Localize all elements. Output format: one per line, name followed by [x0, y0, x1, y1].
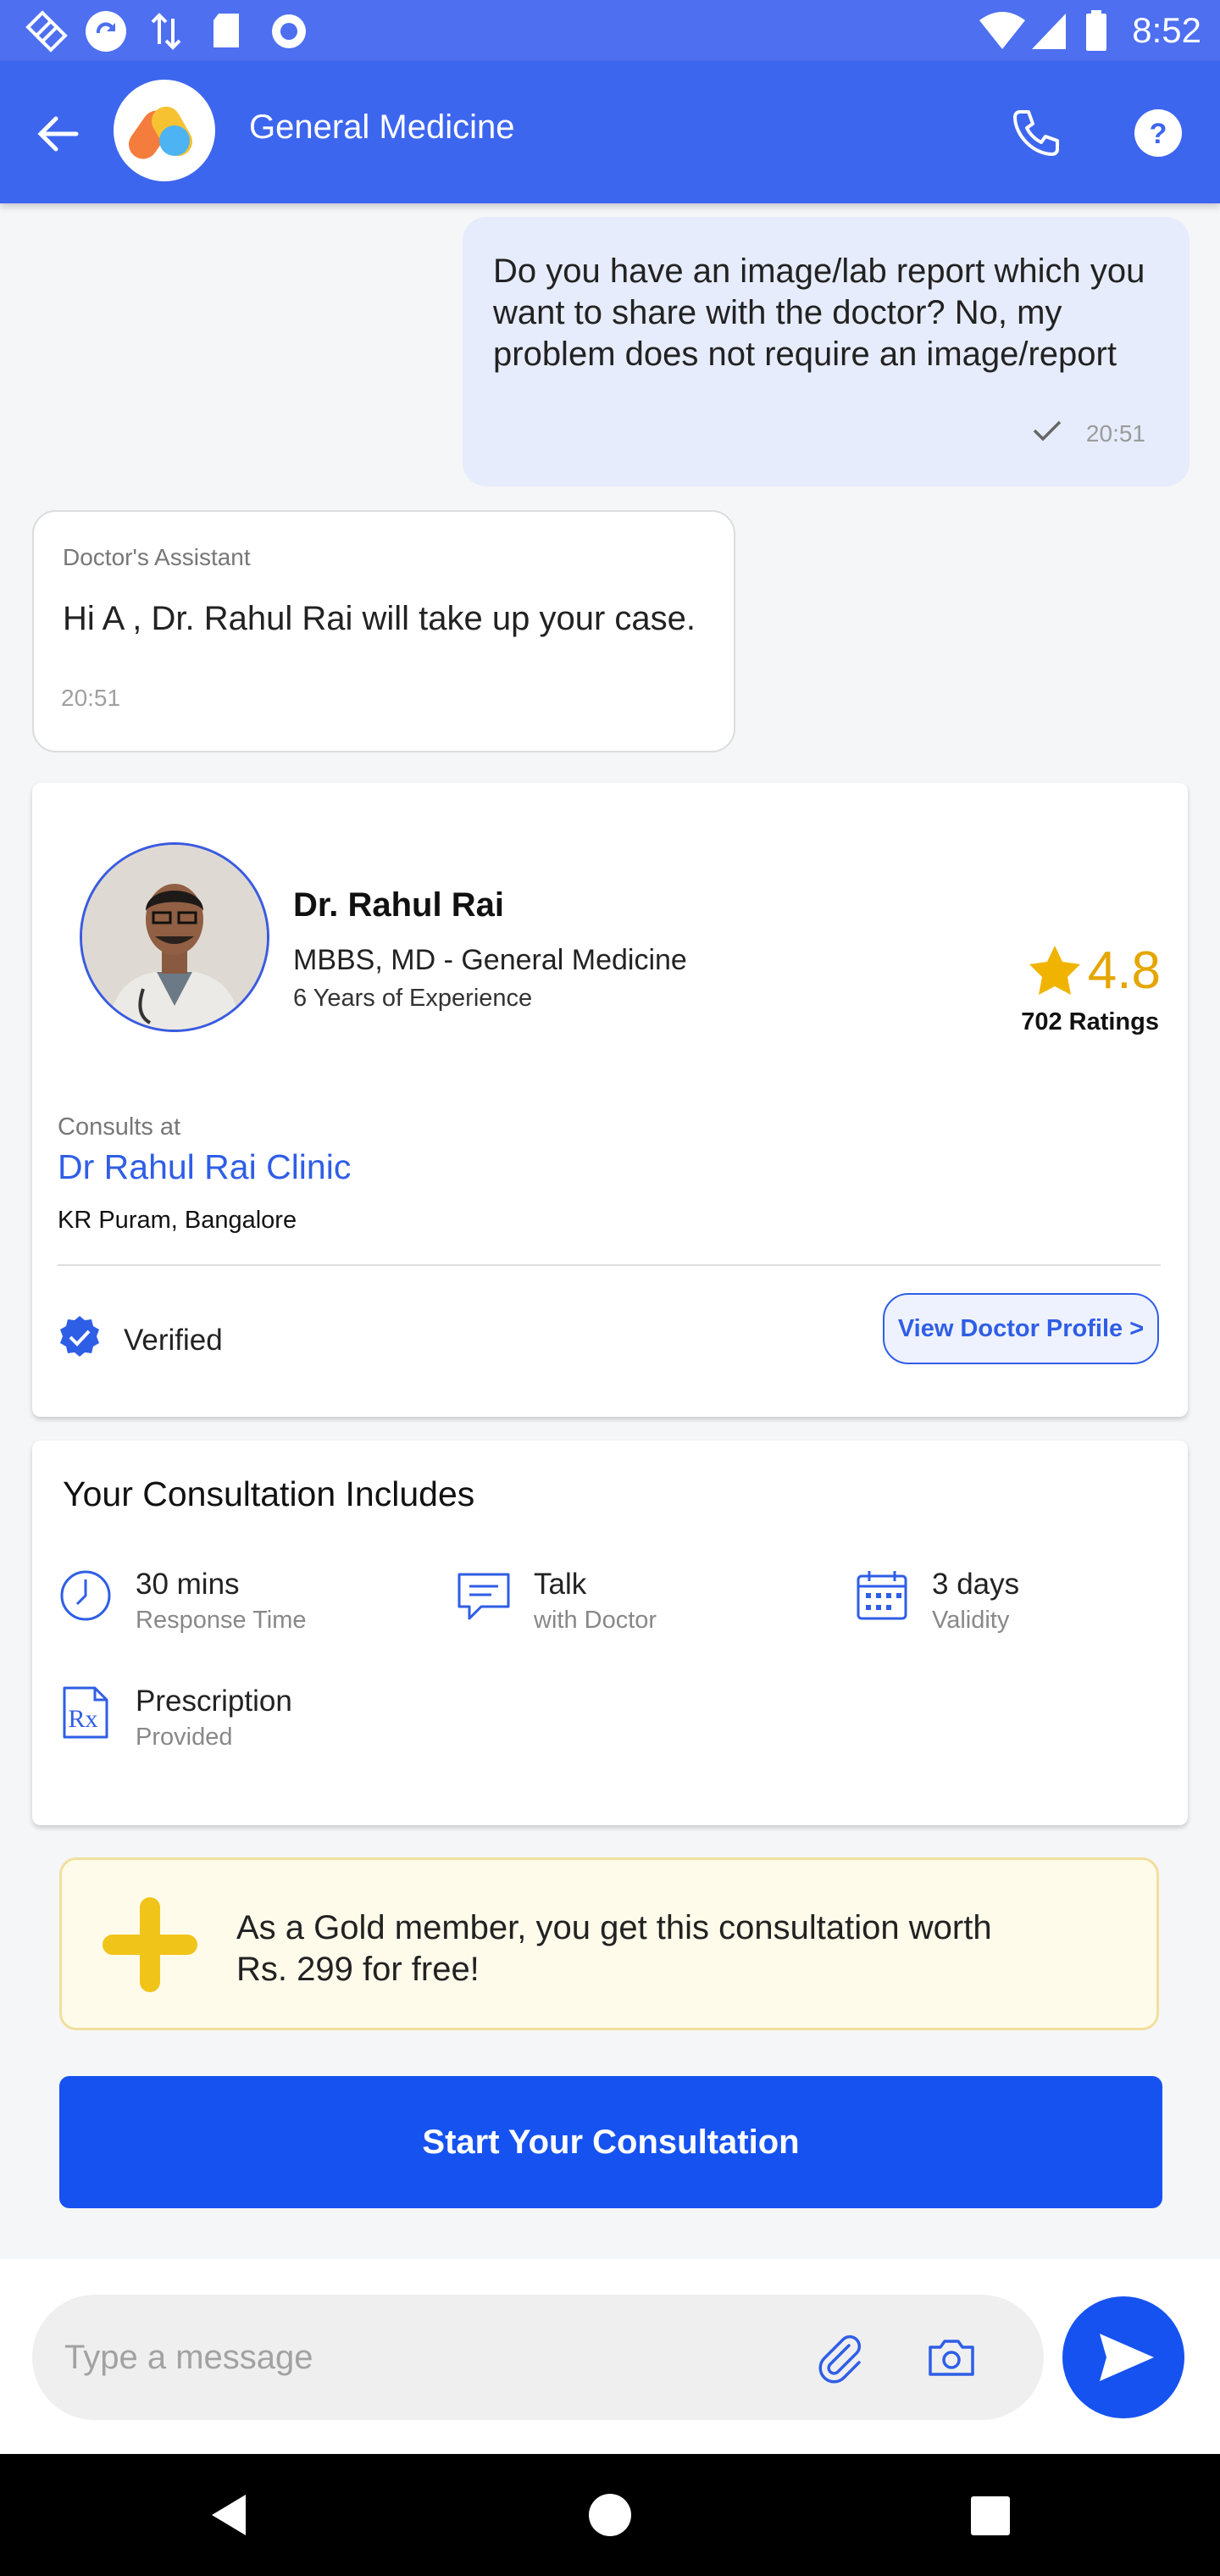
- feature-main: 30 mins: [136, 1568, 240, 1601]
- doctor-degree: MBBS, MD - General Medicine: [293, 944, 687, 976]
- phone-icon[interactable]: [1010, 107, 1062, 159]
- status-time: 8:52: [1132, 10, 1201, 50]
- doctor-rating: 4.8: [1087, 941, 1161, 1000]
- chat-icon: [458, 1573, 510, 1620]
- user-message-text: Do you have an image/lab report which yo…: [493, 253, 1145, 373]
- send-icon: [1100, 2334, 1154, 2381]
- app-bar: General Medicine ?: [0, 61, 1220, 203]
- signal-icon: [1032, 14, 1066, 49]
- record-icon: [272, 14, 306, 48]
- consultation-title: Your Consultation Includes: [63, 1474, 475, 1513]
- svg-text:Rx: Rx: [68, 1705, 97, 1733]
- svg-text:?: ?: [1150, 118, 1167, 150]
- camera-icon[interactable]: [925, 2332, 978, 2384]
- consultation-includes-card: Your Consultation Includes 30 mins Respo…: [32, 1441, 1188, 1825]
- user-message-time: 20:51: [1085, 420, 1145, 447]
- calendar-icon: [857, 1571, 907, 1620]
- assistant-message-bubble: Doctor's Assistant Hi A , Dr. Rahul Rai …: [32, 510, 735, 752]
- data-transfer-icon: [151, 13, 181, 50]
- ratings-count: 702 Ratings: [1021, 1008, 1159, 1035]
- feature-sub: Provided: [136, 1724, 233, 1751]
- feature-sub: with Doctor: [534, 1607, 657, 1634]
- system-nav-bar: [0, 2454, 1220, 2576]
- nav-back-icon[interactable]: [208, 2493, 249, 2537]
- feature-main: Talk: [534, 1568, 587, 1601]
- doctor-photo: [80, 842, 269, 1032]
- wifi-icon: [979, 12, 1025, 49]
- clinic-location: KR Puram, Bangalore: [58, 1207, 297, 1234]
- view-doctor-profile-button[interactable]: View Doctor Profile >: [883, 1293, 1159, 1364]
- doctor-name: Dr. Rahul Rai: [293, 886, 504, 924]
- message-composer: [0, 2259, 1220, 2454]
- battery-icon: [1086, 10, 1106, 51]
- gold-plus-icon: [103, 1897, 197, 1992]
- gold-banner-text: As a Gold member, you get this consultat…: [236, 1909, 992, 1988]
- nav-recents-icon[interactable]: [971, 2496, 1010, 2535]
- help-icon[interactable]: ?: [1132, 107, 1184, 159]
- nav-home-icon[interactable]: [588, 2493, 632, 2537]
- assistant-sender: Doctor's Assistant: [63, 544, 251, 570]
- status-bar: 8:52: [0, 0, 1220, 61]
- gold-member-banner: As a Gold member, you get this consultat…: [59, 1857, 1159, 2030]
- consults-at-label: Consults at: [58, 1113, 181, 1141]
- send-button[interactable]: [1062, 2296, 1184, 2418]
- doctor-card: Dr. Rahul Rai MBBS, MD - General Medicin…: [32, 783, 1188, 1417]
- assistant-message-time: 20:51: [61, 685, 121, 711]
- user-message-bubble: Do you have an image/lab report which yo…: [463, 217, 1190, 486]
- assistant-message-text: Hi A , Dr. Rahul Rai will take up your c…: [63, 600, 696, 637]
- start-consultation-button[interactable]: Start Your Consultation: [59, 2076, 1162, 2208]
- sd-card-icon: [214, 14, 239, 47]
- clock-icon: [60, 1570, 111, 1621]
- feature-sub: Response Time: [136, 1607, 307, 1634]
- verified-label: Verified: [124, 1324, 223, 1357]
- pills-logo-icon: [128, 106, 192, 159]
- clinic-name: Dr Rahul Rai Clinic: [58, 1147, 352, 1186]
- verified-badge-icon: [60, 1316, 99, 1357]
- message-input-container: [32, 2295, 1044, 2420]
- star-icon: [1029, 946, 1080, 995]
- back-arrow-icon[interactable]: [34, 114, 81, 154]
- feature-main: Prescription: [136, 1685, 292, 1718]
- sync-icon: [86, 11, 126, 52]
- app-notification-icon: [25, 10, 68, 53]
- feature-sub: Validity: [932, 1607, 1010, 1634]
- doctor-experience: 6 Years of Experience: [293, 985, 533, 1012]
- prescription-icon: Rx: [63, 1686, 108, 1739]
- page-title: General Medicine: [249, 108, 515, 146]
- sent-check-icon: [1033, 420, 1062, 441]
- divider: [58, 1264, 1161, 1266]
- feature-main: 3 days: [932, 1568, 1020, 1601]
- app-logo-avatar: [114, 80, 215, 181]
- message-input[interactable]: [63, 2329, 744, 2386]
- attach-icon[interactable]: [815, 2332, 868, 2384]
